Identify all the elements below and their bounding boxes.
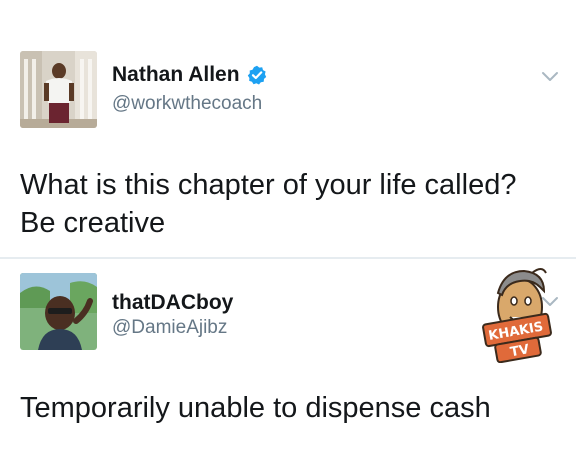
avatar[interactable] [20,51,97,128]
tweet-text-line: Temporarily unable to dispense cash [20,392,491,424]
author-name-row: Nathan Allen [112,62,267,88]
tweet-card[interactable]: Nathan Allen @workwthecoach What is this… [0,0,576,258]
display-name[interactable]: thatDACboy [112,290,233,316]
avatar-photo [20,51,97,128]
author-name-row: thatDACboy [112,290,233,316]
tweet-text: Temporarily unable to dispense cash [20,389,560,427]
display-name[interactable]: Nathan Allen [112,62,240,88]
user-handle[interactable]: @DamieAjibz [112,316,227,340]
user-handle[interactable]: @workwthecoach [112,92,262,116]
avatar-photo [20,273,97,350]
avatar[interactable] [20,273,97,350]
tweet-card[interactable]: thatDACboy @DamieAjibz KHAKIS TV Tempora… [0,259,576,473]
tweet-text: What is this chapter of your life called… [20,166,560,242]
chevron-down-icon[interactable] [540,70,560,84]
verified-badge-icon [247,65,267,85]
tweet-text-line: Be creative [20,207,166,239]
watermark-logo: KHAKIS TV [474,263,564,364]
tweet-text-line: What is this chapter of your life called… [20,169,517,201]
